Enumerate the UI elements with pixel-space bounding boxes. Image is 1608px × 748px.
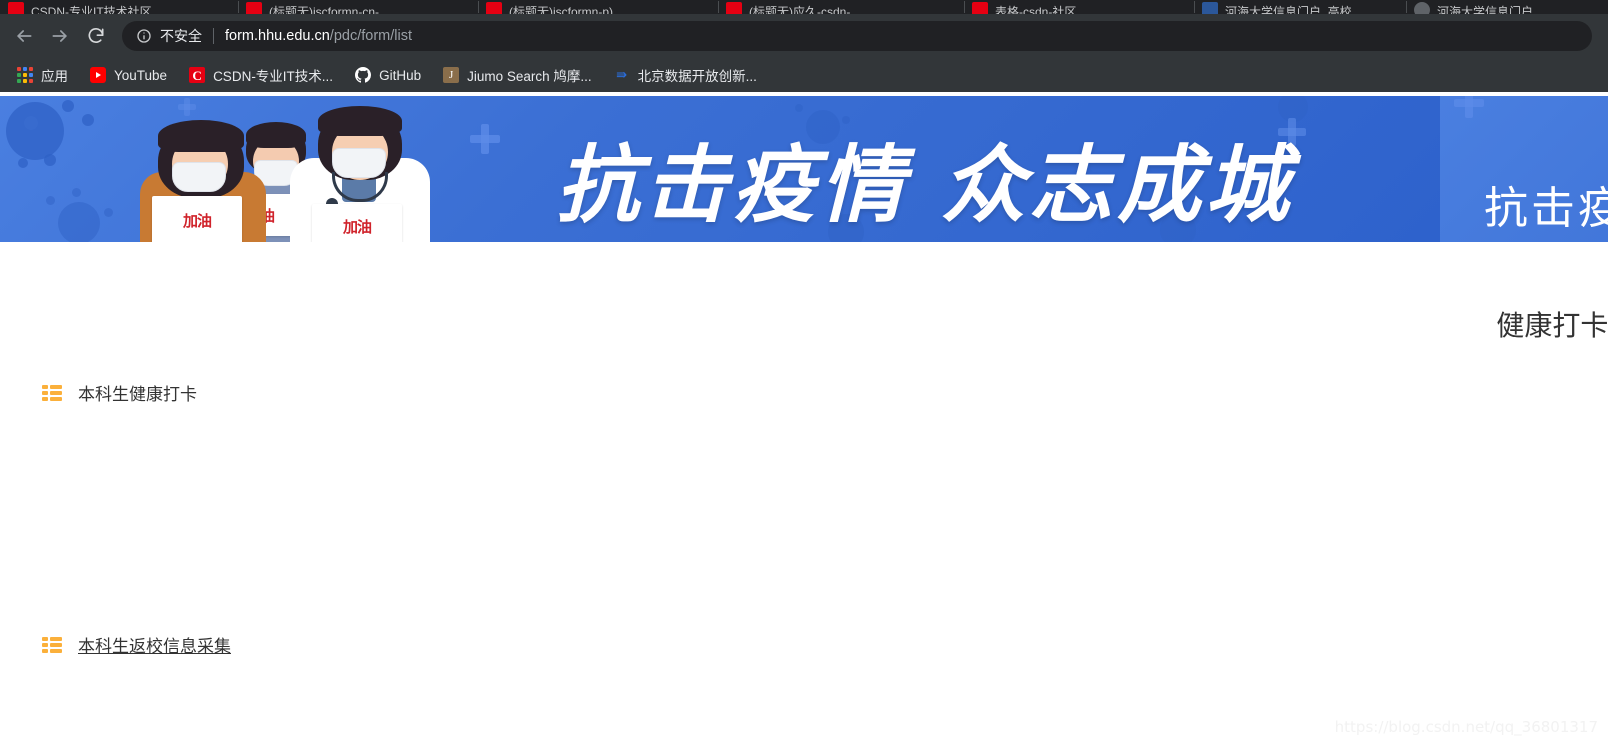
form-list-item-return[interactable]: 本科生返校信息采集	[42, 632, 231, 657]
url-path: /pdc/form/list	[330, 28, 412, 44]
browser-tab[interactable]: 河海大学信息门户	[1406, 0, 1606, 14]
tab-title: CSDN-专业IT技术社区	[31, 3, 152, 15]
virus-decoration	[72, 188, 81, 197]
page-viewport: 加油 加油	[0, 96, 1608, 748]
bookmark-github[interactable]: GitHub	[347, 63, 429, 87]
virus-decoration	[58, 202, 100, 242]
back-arrow-icon[interactable]	[8, 20, 40, 52]
browser-tab[interactable]: 河海大学信息门户_高校	[1194, 0, 1406, 14]
virus-decoration	[24, 116, 38, 130]
csdn-icon	[246, 2, 262, 14]
info-circle-icon[interactable]	[136, 28, 152, 44]
browser-tab[interactable]: (标题无)应久-csdn-	[718, 0, 964, 14]
bookmark-label: Jiumo Search 鸠摩...	[467, 65, 592, 85]
github-icon	[355, 67, 371, 83]
csdn-icon	[972, 2, 988, 14]
address-bar[interactable]: 不安全 form.hhu.edu.cn /pdc/form/list	[122, 21, 1592, 51]
tab-title: 河海大学信息门户_高校	[1225, 3, 1352, 15]
form-link-undergrad-health[interactable]: 本科生健康打卡	[78, 380, 197, 405]
bookmark-csdn[interactable]: C CSDN-专业IT技术...	[181, 63, 341, 87]
csdn-icon	[486, 2, 502, 14]
browser-tab[interactable]: 表格-csdn-社区	[964, 0, 1194, 14]
bookmark-youtube[interactable]: YouTube	[82, 63, 175, 87]
omnibox-divider	[213, 28, 214, 44]
forward-arrow-icon[interactable]	[44, 20, 76, 52]
plus-decoration	[1454, 96, 1484, 118]
csdn-icon	[8, 2, 24, 14]
banner-carousel: 加油 加油	[0, 96, 1608, 242]
beijing-data-icon: ⇛	[614, 67, 630, 83]
tab-strip: CSDN-专业IT技术社区 (标题无)jscformn-cn- (标题无)jsc…	[0, 0, 1608, 14]
browser-tab[interactable]: CSDN-专业IT技术社区	[0, 0, 238, 14]
apps-grid-icon	[17, 67, 33, 83]
virus-decoration	[44, 154, 56, 166]
list-grid-icon	[42, 385, 62, 401]
tab-title: (标题无)jscformn-cn-	[269, 3, 379, 15]
jiayou-sign: 加油	[312, 204, 402, 242]
bookmarks-bar: 应用 YouTube C CSDN-专业IT技术... GitHub J Jiu…	[0, 58, 1608, 92]
covid-banner: 加油 加油	[0, 96, 1440, 242]
bookmark-label: 应用	[41, 65, 68, 85]
csdn-icon	[726, 2, 742, 14]
person-left: 加油	[138, 114, 268, 242]
security-status-label: 不安全	[160, 26, 202, 46]
virus-decoration	[46, 196, 55, 205]
tab-title: (标题无)jscformn-p)	[509, 3, 613, 15]
browser-tab[interactable]: (标题无)jscformn-cn-	[238, 0, 478, 14]
jiayou-sign: 加油	[152, 196, 242, 242]
bookmark-label: YouTube	[114, 68, 167, 83]
virus-decoration	[6, 102, 64, 160]
csdn-icon: C	[189, 67, 205, 83]
reload-icon[interactable]	[80, 20, 112, 52]
form-list-content: 健康打卡(Daily Health Report) 本科生健康打卡 返校信息采集…	[0, 242, 1608, 748]
virus-decoration	[62, 100, 74, 112]
tab-title: 表格-csdn-社区	[995, 3, 1076, 15]
form-link-undergrad-return[interactable]: 本科生返校信息采集	[78, 632, 231, 657]
bookmark-label: 北京数据开放创新...	[638, 65, 757, 85]
browser-toolbar: 不安全 form.hhu.edu.cn /pdc/form/list	[0, 14, 1608, 58]
section-heading-return: 返校信息采集	[0, 556, 1608, 596]
people-illustration: 加油 加油	[120, 96, 440, 242]
watermark-text: https://blog.csdn.net/qq_36801317	[1335, 718, 1598, 736]
list-grid-icon	[42, 637, 62, 653]
banner-headline-next: 抗击疫	[1484, 172, 1608, 236]
bookmark-label: CSDN-专业IT技术...	[213, 65, 333, 85]
form-list-item-health[interactable]: 本科生健康打卡	[42, 380, 197, 405]
url-host: form.hhu.edu.cn	[225, 28, 330, 44]
virus-decoration	[795, 104, 803, 112]
tab-title: (标题无)应久-csdn-	[749, 3, 850, 15]
virus-decoration	[104, 208, 113, 217]
bookmark-beijing-data[interactable]: ⇛ 北京数据开放创新...	[606, 63, 765, 87]
banner-headline: 抗击疫情 众志成城	[556, 118, 1293, 239]
bookmark-label: GitHub	[379, 68, 421, 83]
bookmark-jiumo-search[interactable]: J Jiumo Search 鸠摩...	[435, 63, 600, 87]
browser-tab[interactable]: (标题无)jscformn-p)	[478, 0, 718, 14]
generic-page-icon	[1414, 2, 1430, 14]
jiumo-icon: J	[443, 67, 459, 83]
tab-title: 河海大学信息门户	[1437, 3, 1533, 15]
covid-banner-next: 抗击疫	[1440, 96, 1608, 242]
virus-decoration	[18, 158, 28, 168]
section-heading-health: 健康打卡(Daily Health Report)	[0, 304, 1608, 344]
word-document-icon	[1202, 2, 1218, 14]
browser-window: CSDN-专业IT技术社区 (标题无)jscformn-cn- (标题无)jsc…	[0, 0, 1608, 748]
virus-decoration	[82, 114, 94, 126]
plus-decoration	[470, 124, 500, 154]
bookmark-apps[interactable]: 应用	[9, 63, 76, 87]
youtube-icon	[90, 67, 106, 83]
person-doctor: 加油	[290, 106, 430, 242]
